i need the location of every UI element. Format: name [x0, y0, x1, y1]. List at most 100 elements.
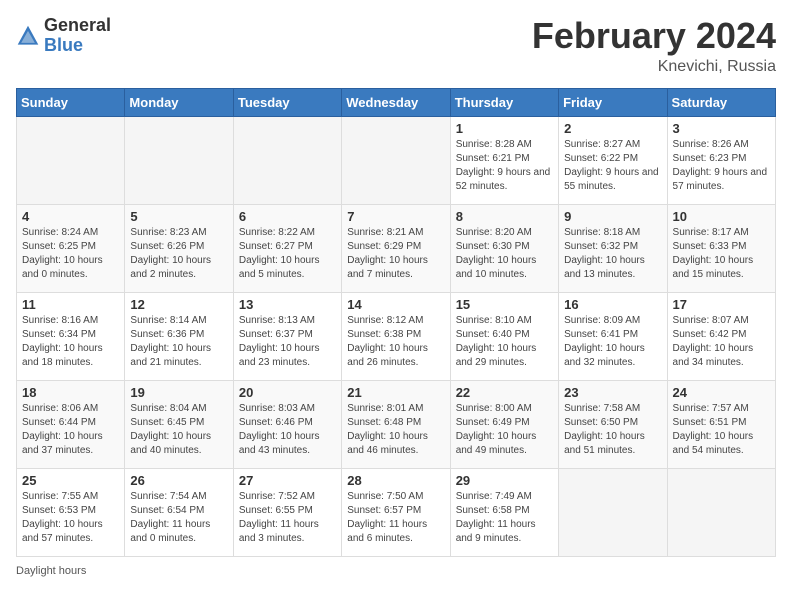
- table-row: 15 Sunrise: 8:10 AMSunset: 6:40 PMDayligh…: [450, 292, 558, 380]
- day-number: 15: [456, 297, 553, 312]
- day-number: 17: [673, 297, 770, 312]
- table-row: 24 Sunrise: 7:57 AMSunset: 6:51 PMDayligh…: [667, 380, 775, 468]
- table-row: [342, 116, 450, 204]
- table-row: 6Sunrise: 8:22 AMSunset: 6:27 PMDaylight…: [233, 204, 341, 292]
- table-row: 29 Sunrise: 7:49 AMSunset: 6:58 PMDayligh…: [450, 468, 558, 556]
- table-row: 27 Sunrise: 7:52 AMSunset: 6:55 PMDayligh…: [233, 468, 341, 556]
- day-info: Sunrise: 8:10 AMSunset: 6:40 PMDaylight:…: [456, 314, 553, 370]
- day-number: 25: [22, 473, 119, 488]
- day-number: 7: [347, 209, 444, 224]
- table-row: 10 Sunrise: 8:17 AMSunset: 6:33 PMDayligh…: [667, 204, 775, 292]
- day-number: 2: [564, 121, 661, 136]
- day-info: Sunrise: 8:16 AMSunset: 6:34 PMDaylight:…: [22, 314, 119, 370]
- day-info: Sunrise: 7:57 AMSunset: 6:51 PMDaylight:…: [673, 402, 770, 458]
- table-row: 17 Sunrise: 8:07 AMSunset: 6:42 PMDayligh…: [667, 292, 775, 380]
- header-friday: Friday: [559, 88, 667, 116]
- day-info: Sunrise: 8:23 AMSunset: 6:26 PMDaylight:…: [130, 226, 227, 282]
- day-info: Sunrise: 8:01 AMSunset: 6:48 PMDaylight:…: [347, 402, 444, 458]
- day-number: 10: [673, 209, 770, 224]
- table-row: 21 Sunrise: 8:01 AMSunset: 6:48 PMDayligh…: [342, 380, 450, 468]
- day-info: Sunrise: 8:09 AMSunset: 6:41 PMDaylight:…: [564, 314, 661, 370]
- day-number: 1: [456, 121, 553, 136]
- day-number: 5: [130, 209, 227, 224]
- day-info: Sunrise: 7:55 AMSunset: 6:53 PMDaylight:…: [22, 490, 119, 546]
- table-row: 1 Sunrise: 8:28 AMSunset: 6:21 PMDaylight…: [450, 116, 558, 204]
- day-info: Sunrise: 8:07 AMSunset: 6:42 PMDaylight:…: [673, 314, 770, 370]
- calendar-table: Sunday Monday Tuesday Wednesday Thursday…: [16, 88, 776, 557]
- day-number: 27: [239, 473, 336, 488]
- day-number: 3: [673, 121, 770, 136]
- table-row: 22 Sunrise: 8:00 AMSunset: 6:49 PMDayligh…: [450, 380, 558, 468]
- day-info: Sunrise: 8:27 AMSunset: 6:22 PMDaylight:…: [564, 138, 661, 194]
- header: General Blue February 2024 Knevichi, Rus…: [16, 16, 776, 76]
- table-row: 26 Sunrise: 7:54 AMSunset: 6:54 PMDayligh…: [125, 468, 233, 556]
- table-row: 9Sunrise: 8:18 AMSunset: 6:32 PMDaylight…: [559, 204, 667, 292]
- day-number: 22: [456, 385, 553, 400]
- logo-icon: [16, 24, 40, 48]
- table-row: 11 Sunrise: 8:16 AMSunset: 6:34 PMDayligh…: [17, 292, 125, 380]
- day-number: 11: [22, 297, 119, 312]
- day-number: 16: [564, 297, 661, 312]
- header-wednesday: Wednesday: [342, 88, 450, 116]
- header-monday: Monday: [125, 88, 233, 116]
- table-row: [667, 468, 775, 556]
- table-row: 19 Sunrise: 8:04 AMSunset: 6:45 PMDayligh…: [125, 380, 233, 468]
- day-info: Sunrise: 8:00 AMSunset: 6:49 PMDaylight:…: [456, 402, 553, 458]
- table-row: 13 Sunrise: 8:13 AMSunset: 6:37 PMDayligh…: [233, 292, 341, 380]
- day-info: Sunrise: 8:18 AMSunset: 6:32 PMDaylight:…: [564, 226, 661, 282]
- day-info: Sunrise: 8:14 AMSunset: 6:36 PMDaylight:…: [130, 314, 227, 370]
- logo: General Blue: [16, 16, 111, 56]
- table-row: 14 Sunrise: 8:12 AMSunset: 6:38 PMDayligh…: [342, 292, 450, 380]
- logo-text: General Blue: [44, 16, 111, 56]
- table-row: 25 Sunrise: 7:55 AMSunset: 6:53 PMDayligh…: [17, 468, 125, 556]
- day-info: Sunrise: 8:24 AMSunset: 6:25 PMDaylight:…: [22, 226, 119, 282]
- day-info: Sunrise: 8:06 AMSunset: 6:44 PMDaylight:…: [22, 402, 119, 458]
- day-info: Sunrise: 8:26 AMSunset: 6:23 PMDaylight:…: [673, 138, 770, 194]
- day-number: 13: [239, 297, 336, 312]
- table-row: 28 Sunrise: 7:50 AMSunset: 6:57 PMDayligh…: [342, 468, 450, 556]
- footer: Daylight hours: [16, 565, 776, 577]
- header-tuesday: Tuesday: [233, 88, 341, 116]
- day-info: Sunrise: 8:04 AMSunset: 6:45 PMDaylight:…: [130, 402, 227, 458]
- table-row: 4Sunrise: 8:24 AMSunset: 6:25 PMDaylight…: [17, 204, 125, 292]
- day-number: 28: [347, 473, 444, 488]
- table-row: 20Sunrise: 8:03 AMSunset: 6:46 PMDayligh…: [233, 380, 341, 468]
- day-number: 29: [456, 473, 553, 488]
- day-number: 21: [347, 385, 444, 400]
- day-info: Sunrise: 8:28 AMSunset: 6:21 PMDaylight:…: [456, 138, 553, 194]
- calendar-subtitle: Knevichi, Russia: [532, 58, 776, 76]
- day-info: Sunrise: 8:03 AMSunset: 6:46 PMDaylight:…: [239, 402, 336, 458]
- table-row: 5 Sunrise: 8:23 AMSunset: 6:26 PMDaylight…: [125, 204, 233, 292]
- day-info: Sunrise: 8:13 AMSunset: 6:37 PMDaylight:…: [239, 314, 336, 370]
- day-number: 14: [347, 297, 444, 312]
- day-info: Sunrise: 7:49 AMSunset: 6:58 PMDaylight:…: [456, 490, 553, 546]
- table-row: [559, 468, 667, 556]
- table-row: 7 Sunrise: 8:21 AMSunset: 6:29 PMDaylight…: [342, 204, 450, 292]
- table-row: 12Sunrise: 8:14 AMSunset: 6:36 PMDayligh…: [125, 292, 233, 380]
- day-number: 24: [673, 385, 770, 400]
- day-number: 18: [22, 385, 119, 400]
- table-row: 16 Sunrise: 8:09 AMSunset: 6:41 PMDayligh…: [559, 292, 667, 380]
- day-info: Sunrise: 8:21 AMSunset: 6:29 PMDaylight:…: [347, 226, 444, 282]
- table-row: [125, 116, 233, 204]
- header-sunday: Sunday: [17, 88, 125, 116]
- day-info: Sunrise: 8:17 AMSunset: 6:33 PMDaylight:…: [673, 226, 770, 282]
- table-row: 18 Sunrise: 8:06 AMSunset: 6:44 PMDayligh…: [17, 380, 125, 468]
- calendar-body: 1 Sunrise: 8:28 AMSunset: 6:21 PMDaylight…: [17, 116, 776, 556]
- calendar-title: February 2024: [532, 16, 776, 56]
- day-info: Sunrise: 7:52 AMSunset: 6:55 PMDaylight:…: [239, 490, 336, 546]
- table-row: 8Sunrise: 8:20 AMSunset: 6:30 PMDaylight…: [450, 204, 558, 292]
- header-thursday: Thursday: [450, 88, 558, 116]
- table-row: 23Sunrise: 7:58 AMSunset: 6:50 PMDayligh…: [559, 380, 667, 468]
- table-row: [17, 116, 125, 204]
- day-number: 19: [130, 385, 227, 400]
- day-info: Sunrise: 7:50 AMSunset: 6:57 PMDaylight:…: [347, 490, 444, 546]
- day-info: Sunrise: 7:58 AMSunset: 6:50 PMDaylight:…: [564, 402, 661, 458]
- day-info: Sunrise: 8:20 AMSunset: 6:30 PMDaylight:…: [456, 226, 553, 282]
- day-number: 26: [130, 473, 227, 488]
- day-info: Sunrise: 7:54 AMSunset: 6:54 PMDaylight:…: [130, 490, 227, 546]
- day-info: Sunrise: 8:12 AMSunset: 6:38 PMDaylight:…: [347, 314, 444, 370]
- header-saturday: Saturday: [667, 88, 775, 116]
- table-row: 2 Sunrise: 8:27 AMSunset: 6:22 PMDaylight…: [559, 116, 667, 204]
- calendar-header: Sunday Monday Tuesday Wednesday Thursday…: [17, 88, 776, 116]
